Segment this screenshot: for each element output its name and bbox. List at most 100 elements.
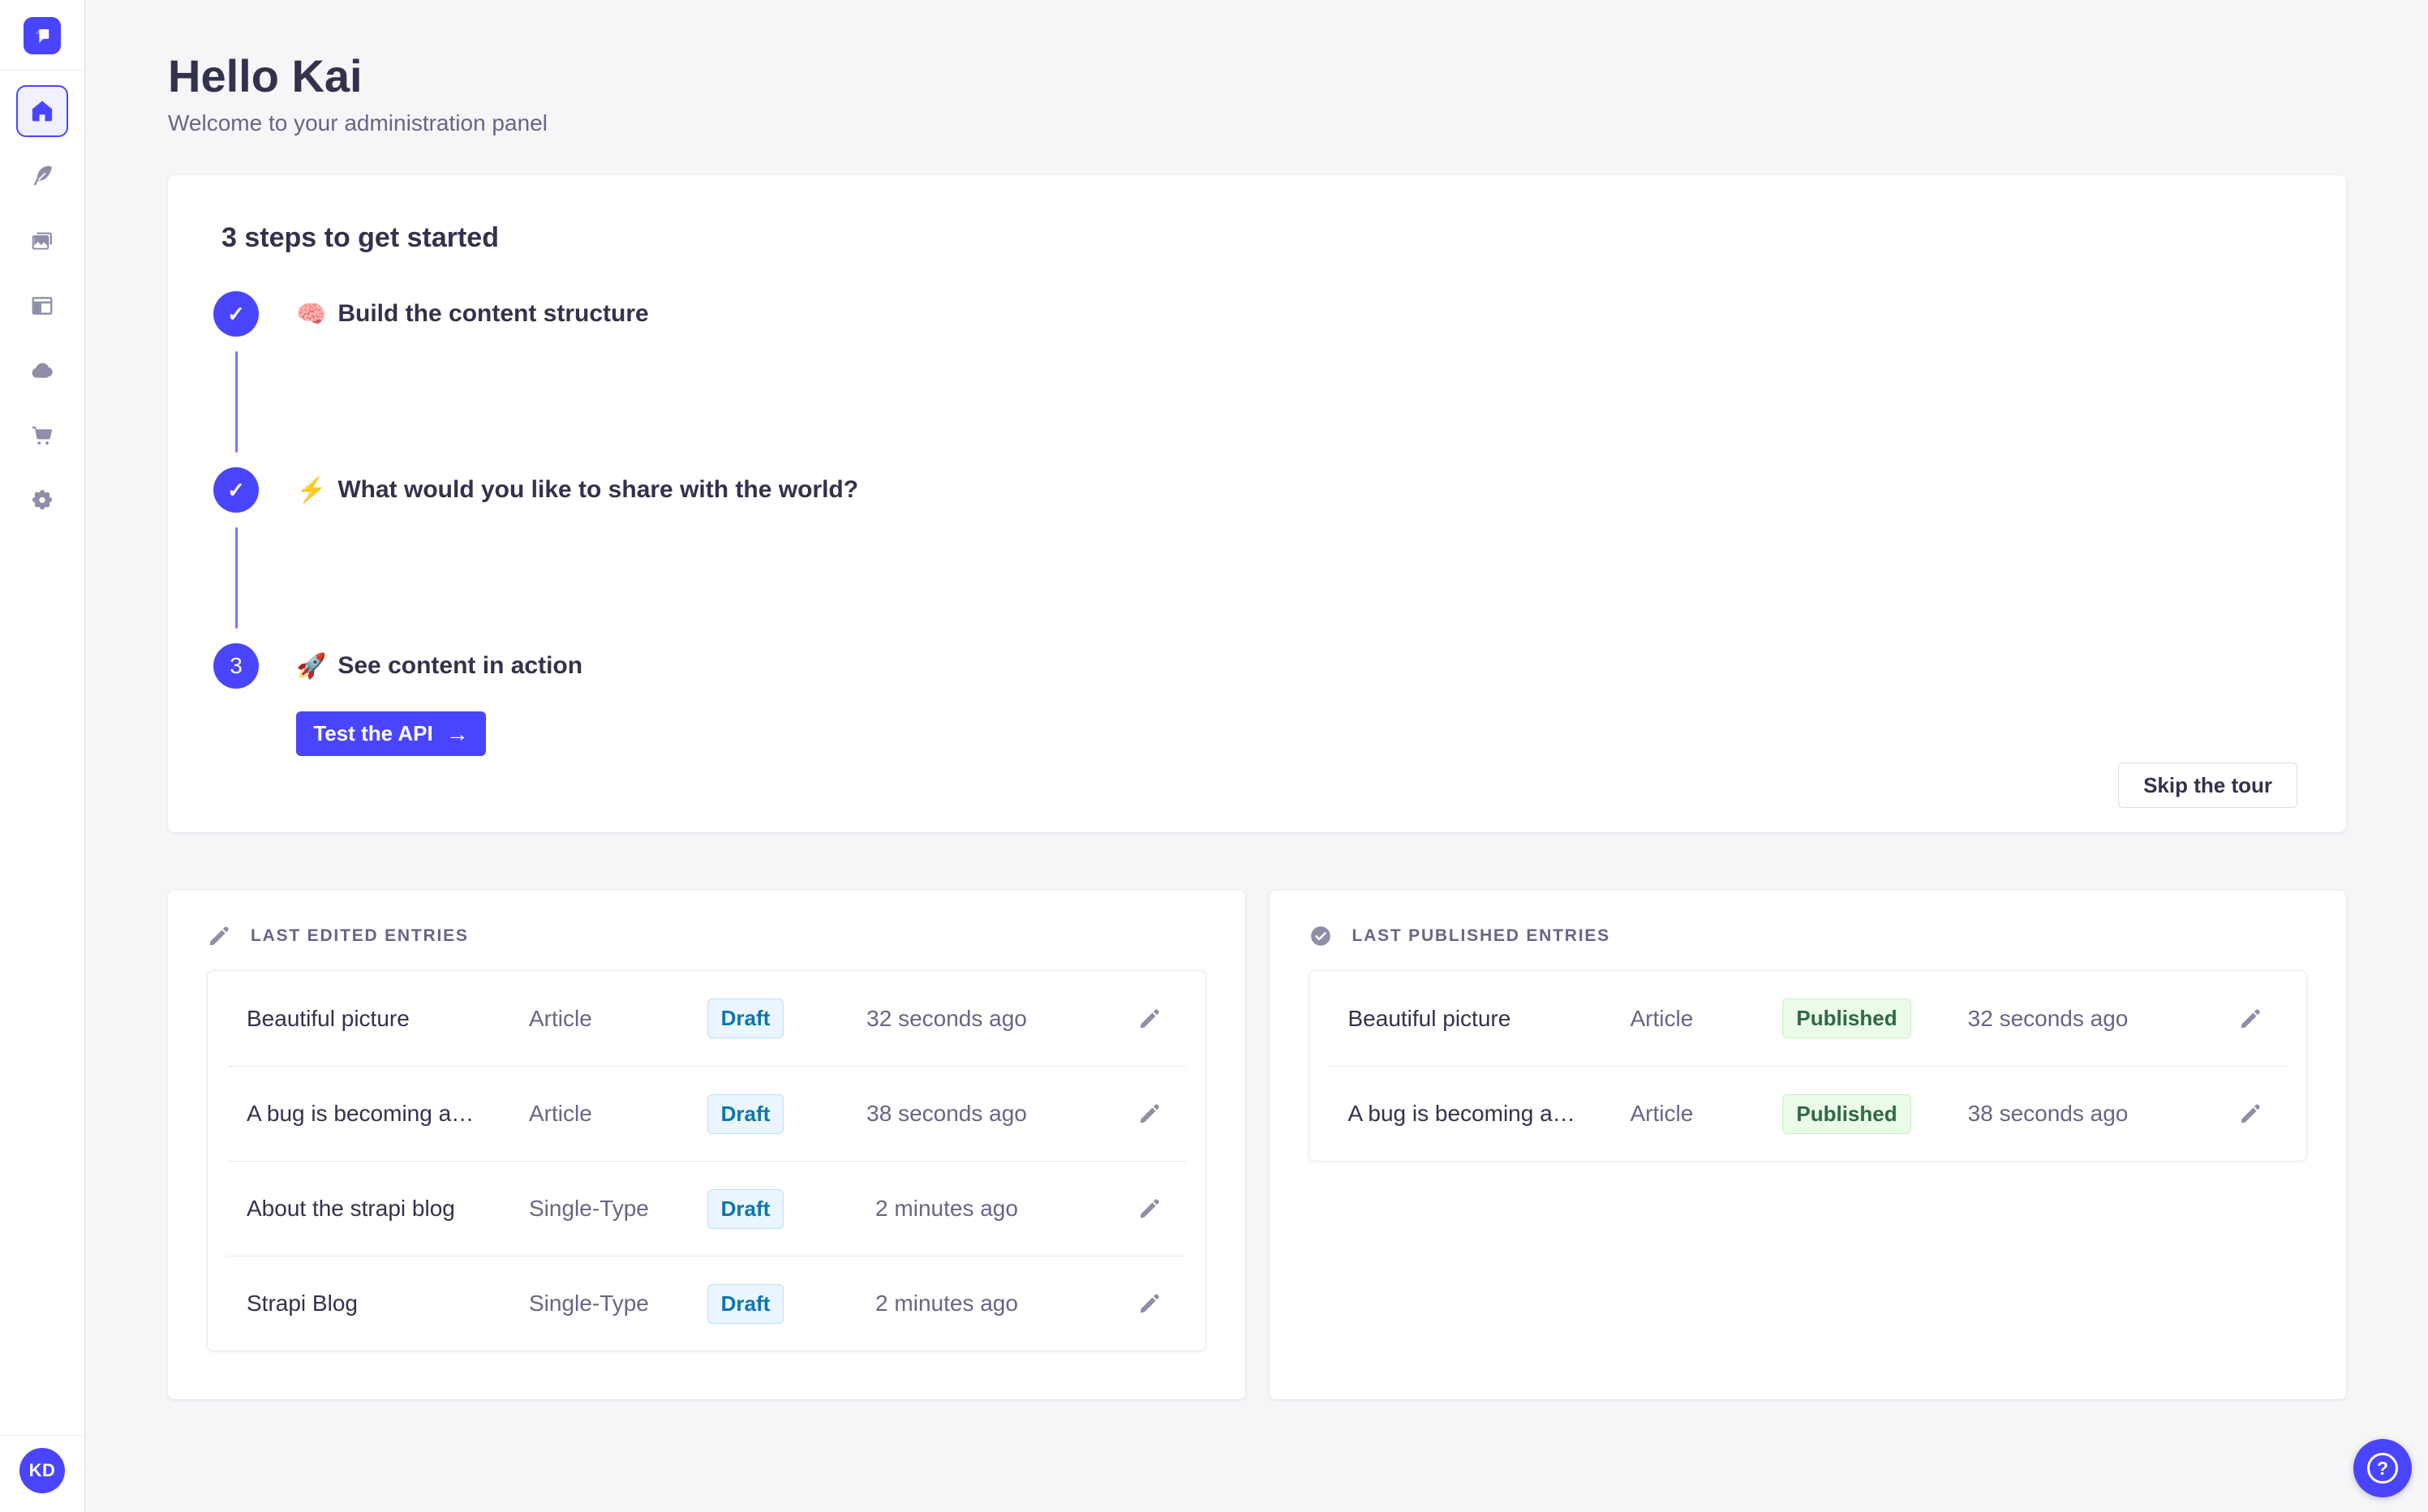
main-content: Hello Kai Welcome to your administration… <box>85 0 2428 1400</box>
cloud-icon <box>32 363 53 378</box>
step-3-label: 🚀 See content in action <box>296 652 2297 681</box>
rocket-emoji-icon: 🚀 <box>296 652 327 680</box>
test-the-api-label: Test the API <box>313 721 433 746</box>
entry-title: Beautiful picture <box>247 1005 410 1031</box>
last-published-title: LAST PUBLISHED ENTRIES <box>1352 926 1610 946</box>
pencil-icon <box>209 926 229 946</box>
edit-entry-button[interactable] <box>2233 1097 2267 1131</box>
tour-step-1: ✓ 🧠 Build the content structure <box>213 291 2297 337</box>
entry-time: 38 seconds ago <box>1967 1101 2129 1127</box>
sidebar-divider-bottom <box>0 1435 85 1436</box>
pencil-icon <box>1140 1294 1159 1313</box>
skip-row: Skip the tour <box>213 762 2297 809</box>
edit-entry-button[interactable] <box>1132 1002 1167 1036</box>
sidebar-item-content-manager[interactable] <box>16 150 68 202</box>
help-button[interactable]: ? <box>2353 1439 2412 1497</box>
edit-entry-button[interactable] <box>1132 1097 1167 1131</box>
pencil-icon <box>2241 1104 2260 1123</box>
test-the-api-button[interactable]: Test the API → <box>296 711 486 757</box>
status-badge: Published <box>1782 999 1911 1039</box>
widgets-grid: LAST EDITED ENTRIES Beautiful picture Ar… <box>168 891 2346 1400</box>
entry-title: A bug is becoming a… <box>1347 1101 1575 1127</box>
pencil-icon <box>1140 1199 1159 1218</box>
sidebar-item-marketplace[interactable] <box>16 410 68 462</box>
feather-icon <box>33 165 52 186</box>
check-icon: ✓ <box>227 477 245 502</box>
entry-kind: Single-Type <box>529 1196 649 1222</box>
edit-entry-button[interactable] <box>2233 1002 2267 1036</box>
step-connector-2 <box>213 513 2297 643</box>
check-icon: ✓ <box>227 301 245 326</box>
table-row[interactable]: Strapi Blog Single-Type Draft 2 minutes … <box>227 1256 1186 1351</box>
sidebar-item-cloud[interactable] <box>16 345 68 397</box>
page-title: Hello Kai <box>168 50 363 101</box>
entry-time: 2 minutes ago <box>875 1291 1018 1317</box>
tour-step-3: 3 🚀 See content in action <box>213 643 2297 689</box>
entry-kind: Article <box>529 1101 592 1127</box>
entry-title: Strapi Blog <box>247 1291 358 1317</box>
table-row[interactable]: A bug is becoming a… Article Published 3… <box>1328 1066 2287 1161</box>
table-row[interactable]: Beautiful picture Article Draft 32 secon… <box>227 971 1186 1066</box>
table-row[interactable]: Beautiful picture Article Published 32 s… <box>1329 971 2288 1066</box>
page-subtitle: Welcome to your administration panel <box>168 110 548 136</box>
status-badge: Draft <box>707 1283 784 1324</box>
status-badge: Draft <box>707 1188 784 1229</box>
last-edited-table: Beautiful picture Article Draft 32 secon… <box>207 970 1206 1352</box>
step-3-cta-row: Test the API → <box>213 689 2297 757</box>
entry-title: About the strapi blog <box>247 1196 455 1222</box>
last-edited-header: LAST EDITED ENTRIES <box>207 924 1206 948</box>
step-1-done-circle: ✓ <box>213 291 259 337</box>
table-row[interactable]: About the strapi blog Single-Type Draft … <box>227 1161 1186 1256</box>
sidebar: KD <box>0 0 85 1512</box>
status-badge: Draft <box>707 999 784 1039</box>
edit-entry-button[interactable] <box>1132 1192 1167 1226</box>
step-2-label: ⚡ What would you like to share with the … <box>296 476 2297 505</box>
images-icon <box>32 232 52 250</box>
layout-icon <box>32 297 53 315</box>
skip-the-tour-button[interactable]: Skip the tour <box>2118 762 2297 809</box>
entry-kind: Article <box>529 1005 592 1031</box>
entry-time: 32 seconds ago <box>866 1005 1027 1031</box>
sidebar-item-media-library[interactable] <box>16 215 68 267</box>
strapi-logo-icon <box>35 28 49 44</box>
entry-title: A bug is becoming a… <box>247 1101 475 1127</box>
arrow-right-icon: → <box>445 720 469 746</box>
page-header: Hello Kai Welcome to your administration… <box>168 0 2346 136</box>
step-1-text: Build the content structure <box>337 300 649 328</box>
entry-time: 32 seconds ago <box>1967 1005 2129 1031</box>
cart-icon <box>32 426 53 445</box>
entry-title: Beautiful picture <box>1347 1005 1511 1031</box>
last-edited-title: LAST EDITED ENTRIES <box>251 926 469 946</box>
table-row[interactable]: A bug is becoming a… Article Draft 38 se… <box>227 1066 1186 1161</box>
entry-kind: Article <box>1630 1005 1694 1031</box>
brain-emoji-icon: 🧠 <box>296 300 327 328</box>
edit-entry-button[interactable] <box>1132 1286 1167 1321</box>
sidebar-bottom: KD <box>0 1435 85 1512</box>
step-3-text: See content in action <box>337 652 583 680</box>
step-1-label: 🧠 Build the content structure <box>296 300 2297 329</box>
pencil-icon <box>1140 1009 1159 1029</box>
sidebar-divider-top <box>0 70 85 71</box>
pencil-icon <box>2241 1009 2260 1029</box>
last-published-card: LAST PUBLISHED ENTRIES Beautiful picture… <box>1269 891 2346 1400</box>
strapi-logo[interactable] <box>24 17 61 54</box>
last-published-table: Beautiful picture Article Published 32 s… <box>1308 970 2307 1162</box>
step-2-text: What would you like to share with the wo… <box>337 476 859 504</box>
sidebar-item-settings[interactable] <box>16 475 68 526</box>
step-2-done-circle: ✓ <box>213 467 259 513</box>
sidebar-item-content-type-builder[interactable] <box>16 280 68 332</box>
pencil-icon <box>1140 1104 1159 1123</box>
entry-time: 2 minutes ago <box>875 1196 1018 1222</box>
sidebar-item-home[interactable] <box>16 85 68 137</box>
step-3-number-circle: 3 <box>213 643 259 689</box>
question-mark-icon: ? <box>2367 1453 2398 1484</box>
entry-kind: Article <box>1630 1101 1694 1127</box>
status-badge: Published <box>1782 1093 1911 1134</box>
connector-line <box>234 351 238 453</box>
home-icon <box>32 101 53 122</box>
lightning-emoji-icon: ⚡ <box>296 476 327 504</box>
user-avatar[interactable]: KD <box>19 1448 65 1493</box>
gear-icon <box>32 489 53 510</box>
status-badge: Draft <box>707 1093 784 1134</box>
entry-kind: Single-Type <box>529 1291 649 1317</box>
